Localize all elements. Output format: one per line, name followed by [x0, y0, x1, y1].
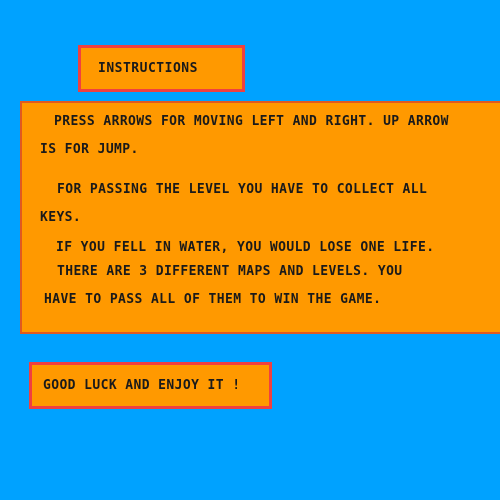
good-luck-message: GOOD LUCK AND ENJOY IT ! — [43, 378, 241, 393]
instruction-line-5: IF YOU FELL IN WATER, YOU WOULD LOSE ONE… — [56, 240, 435, 255]
instruction-line-6: THERE ARE 3 DIFFERENT MAPS AND LEVELS. Y… — [57, 264, 403, 279]
instruction-line-1: PRESS ARROWS FOR MOVING LEFT AND RIGHT. … — [54, 114, 449, 129]
instructions-title: INSTRUCTIONS — [98, 61, 198, 76]
instruction-line-2: IS FOR JUMP. — [40, 142, 139, 157]
instruction-line-3: FOR PASSING THE LEVEL YOU HAVE TO COLLEC… — [57, 182, 428, 197]
instruction-line-4: KEYS. — [40, 210, 82, 225]
instructions-panel: PRESS ARROWS FOR MOVING LEFT AND RIGHT. … — [20, 101, 500, 334]
instruction-line-7: HAVE TO PASS ALL OF THEM TO WIN THE GAME… — [44, 292, 382, 307]
instructions-title-box: INSTRUCTIONS — [78, 45, 245, 92]
good-luck-box: GOOD LUCK AND ENJOY IT ! — [29, 362, 272, 409]
